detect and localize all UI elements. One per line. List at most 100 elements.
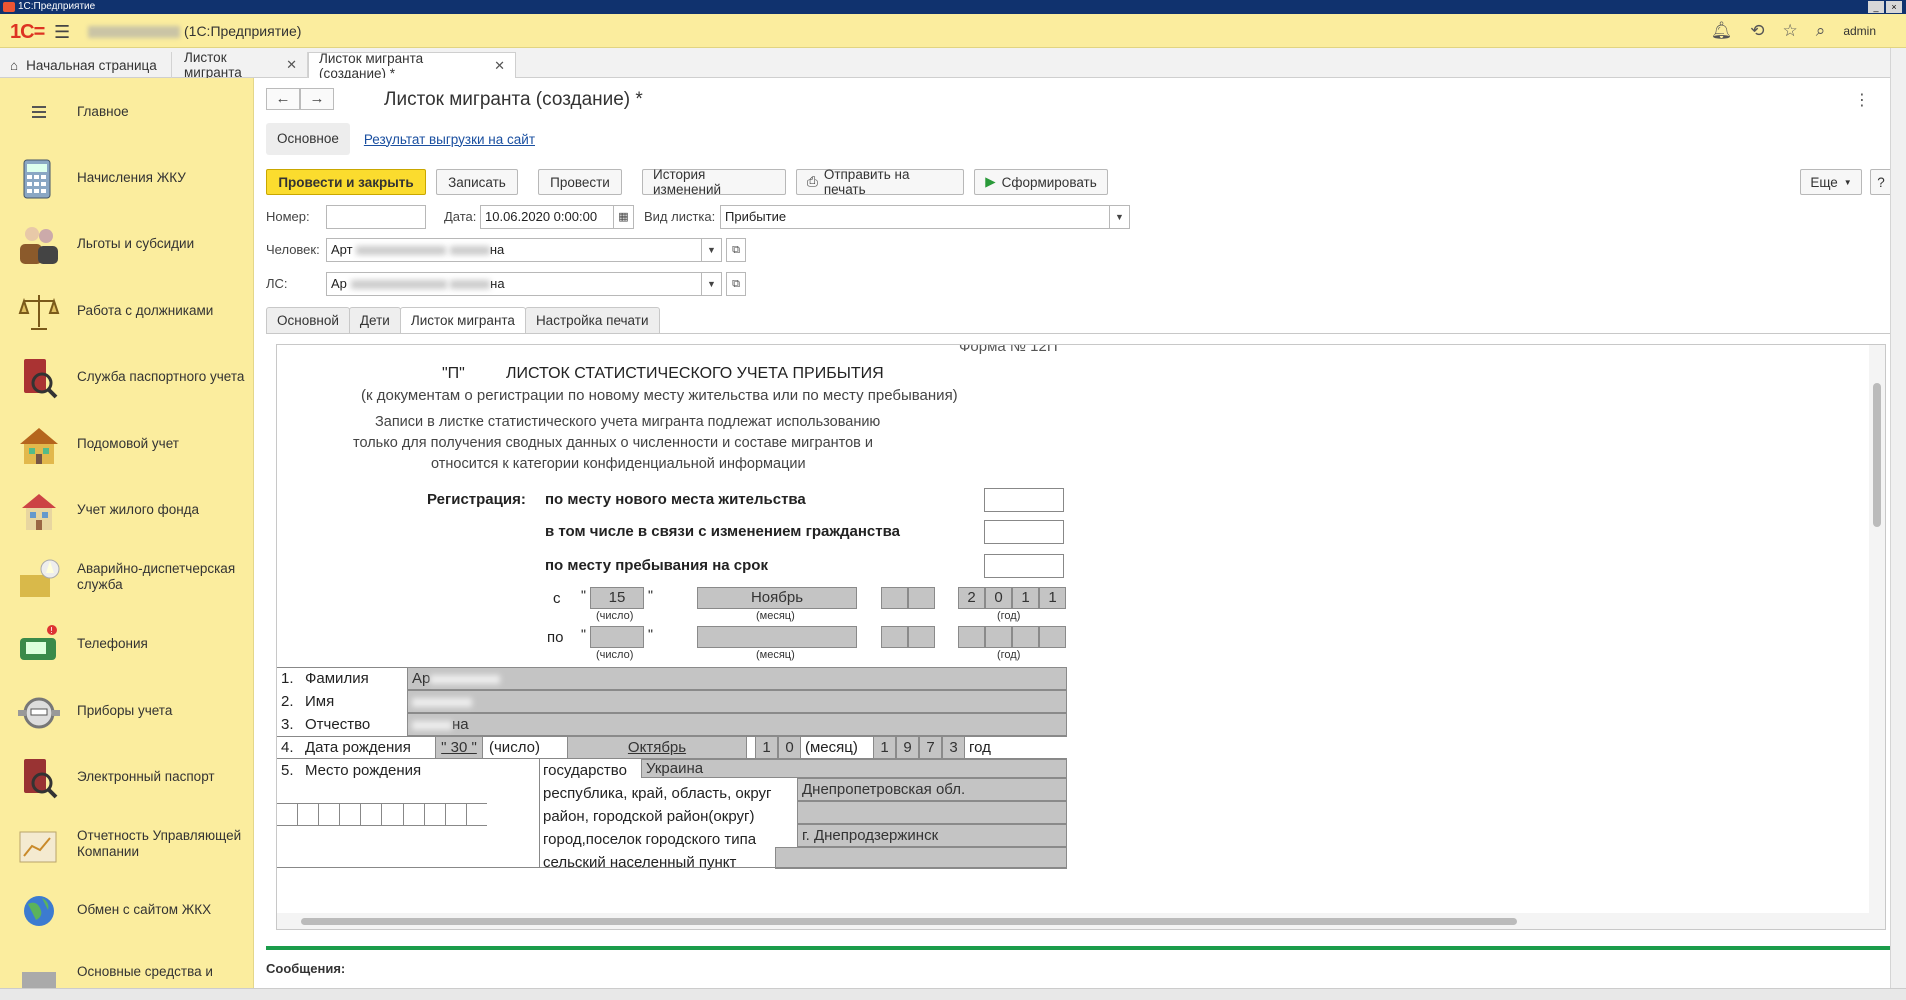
form-sections: Основное Результат выгрузки на сайт [266, 123, 535, 155]
birth-year-digit: 9 [896, 736, 919, 759]
sidebar-item-meters[interactable]: Приборы учета [0, 681, 253, 741]
main-menu-icon[interactable]: ☰ [54, 22, 70, 43]
birth-region-value[interactable]: Днепропетровская обл. [797, 778, 1067, 801]
birth-village-value[interactable] [775, 847, 1067, 869]
bell-icon[interactable]: 🔔︎ [1711, 21, 1733, 41]
sidebar-item-fixed-assets[interactable]: Основные средства и [0, 942, 253, 988]
search-icon[interactable]: ⌕ [1816, 21, 1826, 41]
tab-basic[interactable]: Основной [266, 307, 350, 334]
sidebar-item-house-registry[interactable]: Подомовой учет [0, 414, 253, 474]
to-cell [881, 626, 908, 648]
checkbox-new-residence[interactable] [984, 488, 1064, 512]
table-bottom-border [277, 867, 1067, 868]
birth-state-value[interactable]: Украина [641, 759, 1067, 778]
checkbox-stay[interactable] [984, 554, 1064, 578]
post-button[interactable]: Провести [538, 169, 622, 195]
star-icon[interactable]: ☆ [1783, 21, 1798, 41]
sidebar-item-reports[interactable]: Отчетность Управляющей Компании [0, 814, 253, 874]
tab-children[interactable]: Дети [348, 307, 401, 334]
to-month[interactable] [697, 626, 857, 648]
tab-print-settings[interactable]: Настройка печати [524, 307, 660, 334]
minimize-icon[interactable]: _ [1868, 1, 1884, 13]
open-link-icon[interactable]: ⧉ [726, 238, 746, 262]
history-icon[interactable]: ⟲ [1750, 21, 1764, 41]
birth-day[interactable]: " 30 " [435, 736, 483, 759]
date-input[interactable]: 10.06.2020 0:00:00 [480, 205, 614, 229]
person-input[interactable]: Арт на [326, 238, 702, 262]
section-upload-result-link[interactable]: Результат выгрузки на сайт [364, 132, 535, 147]
sidebar-item-telephony[interactable]: ! Телефония [0, 614, 253, 674]
close-icon[interactable]: × [1886, 1, 1902, 13]
history-button[interactable]: История изменений [642, 167, 786, 197]
more-button[interactable]: Еще ▼ [1800, 169, 1862, 195]
quote-open: " [581, 587, 586, 603]
blurred-text [412, 697, 472, 707]
checkbox-citizenship[interactable] [984, 520, 1064, 544]
kind-label: Вид листка: [644, 209, 716, 224]
birth-year-digit: 3 [942, 736, 965, 759]
more-options-icon[interactable]: ⋮ [1854, 90, 1870, 110]
sidebar-item-housing[interactable]: Учет жилого фонда [0, 480, 253, 540]
post-and-close-button[interactable]: Провести и закрыть [266, 169, 426, 195]
blurred-text [430, 674, 501, 684]
header-fields-row: Номер: Дата: 10.06.2020 0:00:00 ▦ Вид ли… [266, 205, 1266, 231]
patronymic-value[interactable]: на [407, 713, 1067, 736]
vertical-scrollbar[interactable] [1869, 345, 1885, 929]
from-year-digit: 0 [985, 587, 1012, 609]
sidebar-item-site-exchange[interactable]: Обмен с сайтом ЖКХ [0, 880, 253, 940]
help-button[interactable]: ? [1870, 169, 1892, 195]
birth-city-value[interactable]: г. Днепродзержинск [797, 824, 1067, 847]
number-input[interactable] [326, 205, 426, 229]
surname-value[interactable]: Ар [407, 667, 1067, 690]
chevron-down-icon[interactable]: ▼ [702, 238, 722, 262]
tab-migrant-list[interactable]: Листок мигранта ✕ [174, 50, 308, 80]
to-day[interactable] [590, 626, 644, 648]
from-month[interactable]: Ноябрь [697, 587, 857, 609]
app-title: (1С:Предприятие) [88, 23, 301, 39]
page-scrollbar[interactable] [1890, 48, 1906, 988]
birthplace-divider [539, 759, 540, 867]
generate-button[interactable]: ▶ Сформировать [974, 169, 1108, 195]
calendar-icon[interactable]: ▦ [614, 205, 634, 229]
emergency-icon [16, 557, 62, 599]
birth-month[interactable]: Октябрь [567, 736, 747, 759]
svg-text:!: ! [50, 626, 53, 635]
home-icon: ⌂ [10, 57, 19, 73]
chevron-down-icon[interactable]: ▼ [1110, 205, 1130, 229]
print-button[interactable]: ⎙ Отправить на печать [796, 167, 964, 197]
sidebar-item-passport[interactable]: Служба паспортного учета [0, 347, 253, 407]
name-value[interactable] [407, 690, 1067, 713]
save-button[interactable]: Записать [436, 169, 518, 195]
sidebar-item-debtors[interactable]: Работа с должниками [0, 281, 253, 341]
command-bar: Провести и закрыть Записать Провести Ист… [266, 167, 1896, 197]
building-icon [16, 490, 62, 532]
chevron-down-icon[interactable]: ▼ [702, 272, 722, 296]
tab-migrant-create[interactable]: Листок мигранта (создание) * ✕ [308, 51, 516, 81]
close-tab-icon[interactable]: ✕ [286, 57, 297, 73]
back-arrow-icon[interactable]: ← [266, 88, 300, 110]
sidebar-item-charges[interactable]: Начисления ЖКУ [0, 148, 253, 208]
user-name[interactable]: admin [1843, 24, 1876, 38]
date-label: Дата: [444, 209, 477, 224]
sidebar-item-e-passport[interactable]: Электронный паспорт [0, 747, 253, 807]
kind-select[interactable]: Прибытие [720, 205, 1110, 229]
scroll-thumb[interactable] [1873, 383, 1881, 527]
close-tab-icon[interactable]: ✕ [494, 58, 505, 74]
sidebar-item-emergency[interactable]: Аварийно-диспетчерская служба [0, 547, 253, 607]
open-link-icon[interactable]: ⧉ [726, 272, 746, 296]
forward-arrow-icon[interactable]: → [300, 88, 334, 110]
from-day[interactable]: 15 [590, 587, 644, 609]
section-main[interactable]: Основное [266, 123, 350, 155]
spreadsheet-document[interactable]: Форма № 12П "П" ЛИСТОК СТАТИСТИЧЕСКОГО У… [276, 344, 1886, 930]
sidebar-item-main[interactable]: Главное [0, 82, 253, 142]
scroll-thumb[interactable] [301, 918, 1517, 925]
horizontal-scrollbar[interactable] [277, 913, 1885, 929]
sidebar: Главное Начисления ЖКУ Льготы и субсидии… [0, 78, 254, 988]
tab-migrant-sheet[interactable]: Листок мигранта [399, 307, 526, 334]
page-hscrollbar[interactable] [0, 988, 1906, 1000]
main-content: ← → Листок мигранта (создание) * ⋮ Основ… [254, 78, 1906, 988]
sidebar-item-benefits[interactable]: Льготы и субсидии [0, 214, 253, 274]
birth-district-value[interactable] [797, 801, 1067, 824]
ls-input[interactable]: Ар на [326, 272, 702, 296]
tab-home[interactable]: ⌂ Начальная страница [0, 52, 172, 78]
